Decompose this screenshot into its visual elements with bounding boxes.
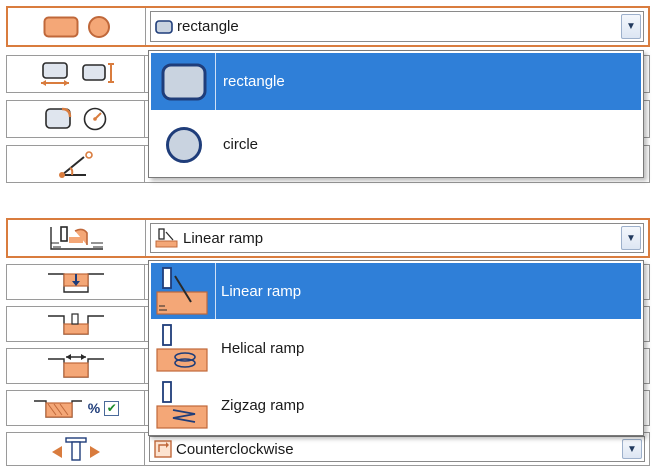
shape-dropdown-list: rectangle circle xyxy=(148,50,644,178)
linear-ramp-icon xyxy=(155,228,178,248)
circle-icon xyxy=(166,127,202,163)
width-dimension-icon xyxy=(40,62,69,86)
shape-select[interactable]: rectangle ▼ xyxy=(150,11,644,42)
plunge-depth-icon xyxy=(47,273,104,293)
shape-dropdown-button[interactable]: ▼ xyxy=(621,14,641,39)
direction-select[interactable]: Counterclockwise ▼ xyxy=(149,436,645,462)
ramp-option-zigzag[interactable]: Zigzag ramp xyxy=(151,377,641,433)
shape-option-label: rectangle xyxy=(223,73,285,90)
shape-row[interactable]: rectangle ▼ xyxy=(6,6,650,47)
linear-ramp-icon xyxy=(49,226,103,250)
shape-option-rectangle[interactable]: rectangle xyxy=(151,53,641,110)
size-icon-cell xyxy=(7,56,145,92)
height-dimension-icon xyxy=(81,63,114,83)
ramp-type-select[interactable]: Linear ramp ▼ xyxy=(150,223,644,253)
ramp-type-select-value: Linear ramp xyxy=(183,229,264,247)
percent-checkbox[interactable]: ✔ xyxy=(104,400,120,416)
shape-panel: rectangle ▼ rectangle circle xyxy=(6,6,650,183)
ramp-type-row[interactable]: Linear ramp ▼ xyxy=(6,218,650,258)
rectangle-icon xyxy=(161,63,207,101)
chevron-down-icon: ▼ xyxy=(626,232,636,244)
helical-ramp-icon xyxy=(156,324,208,372)
wall-angle-icon xyxy=(33,400,82,418)
ramp-type-dropdown-button[interactable]: ▼ xyxy=(621,226,641,250)
shape-select-value: rectangle xyxy=(177,18,239,35)
ramp-option-label: Zigzag ramp xyxy=(221,396,305,414)
direction-dropdown-button[interactable]: ▼ xyxy=(622,439,642,459)
checkmark-icon: ✔ xyxy=(106,401,117,415)
direction-row: Counterclockwise ▼ xyxy=(6,432,650,466)
ramp-dropdown-list: Linear ramp Helical ramp Zigzag ramp xyxy=(148,260,644,436)
shape-option-circle[interactable]: circle xyxy=(151,115,641,173)
rectangle-icon xyxy=(155,19,173,34)
ramp-panel: Linear ramp ▼ % ✔ Counterclockwise ▼ Lin… xyxy=(6,218,650,467)
ramp-option-label: Helical ramp xyxy=(221,339,305,357)
stepover-icon-cell xyxy=(7,349,145,383)
linear-ramp-icon xyxy=(156,267,208,315)
angle-icon xyxy=(58,151,93,178)
step-down-icon xyxy=(47,313,104,335)
ramp-option-helical[interactable]: Helical ramp xyxy=(151,321,641,375)
counterclockwise-icon xyxy=(154,440,172,458)
percent-label: % xyxy=(87,400,101,416)
chevron-down-icon: ▼ xyxy=(626,21,636,32)
chevron-down-icon: ▼ xyxy=(627,443,637,455)
ramp-option-linear[interactable]: Linear ramp xyxy=(151,263,641,319)
circle-shape-icon xyxy=(87,15,110,38)
direction-select-value: Counterclockwise xyxy=(176,440,294,458)
angle-icon-cell xyxy=(7,146,145,182)
rectangle-shape-icon xyxy=(43,16,78,37)
shape-option-label: circle xyxy=(223,135,259,153)
zigzag-ramp-icon xyxy=(156,381,208,429)
ramp-icon-cell xyxy=(8,220,146,256)
corner-radius-icon xyxy=(44,107,71,129)
corner-icon-cell xyxy=(7,101,145,137)
ramp-option-label: Linear ramp xyxy=(221,282,302,300)
stepover-icon xyxy=(47,354,104,378)
tool-direction-icon xyxy=(51,437,100,461)
circle-radius-icon xyxy=(83,107,106,131)
percent-icon-cell: % ✔ xyxy=(7,391,145,425)
shape-icon-cell xyxy=(8,8,146,45)
plunge-icon-cell xyxy=(7,265,145,299)
direction-icon-cell xyxy=(7,433,145,465)
step-icon-cell xyxy=(7,307,145,341)
